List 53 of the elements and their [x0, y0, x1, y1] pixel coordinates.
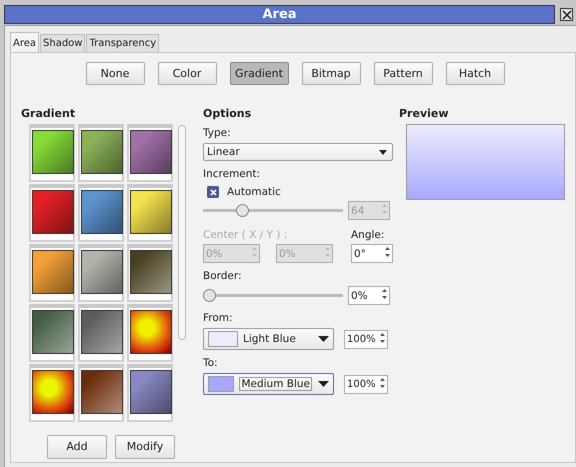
angle-field[interactable]: 0°: [351, 244, 393, 263]
section-heading: Preview: [399, 107, 450, 120]
automatic-checkbox[interactable]: [207, 186, 219, 198]
fill-type-button[interactable]: None: [86, 62, 144, 85]
field-label: Increment:: [203, 167, 262, 181]
field-label: Border:: [203, 269, 243, 283]
gradient-tile[interactable]: [78, 304, 124, 362]
field-label: Angle:: [351, 228, 386, 242]
cross-icon: [210, 188, 216, 196]
section-heading: Options: [203, 107, 252, 120]
field-label: To:: [203, 356, 219, 370]
fill-type-button[interactable]: Hatch: [446, 62, 504, 85]
gradient-tile[interactable]: [29, 364, 75, 422]
caret-icon: [379, 150, 387, 154]
type-dropdown[interactable]: Linear: [203, 143, 393, 161]
percent-field[interactable]: 100%: [344, 374, 388, 394]
gradient-tile[interactable]: [78, 244, 124, 302]
fill-type-button[interactable]: Color: [158, 62, 216, 85]
add-button[interactable]: Add: [47, 435, 107, 459]
field-label: Type:: [203, 126, 232, 140]
checkbox-label: Automatic: [227, 186, 281, 198]
scrollbar[interactable]: [178, 125, 186, 340]
gradient-tile[interactable]: [78, 184, 124, 242]
caret-icon: [318, 381, 329, 387]
caret-icon: [318, 336, 329, 342]
tab[interactable]: Shadow: [40, 34, 86, 52]
color-dropdown[interactable]: Medium Blue: [203, 373, 334, 395]
gradient-tile[interactable]: [29, 304, 75, 362]
tab[interactable]: Transparency: [86, 34, 160, 52]
gradient-tile[interactable]: [29, 184, 75, 242]
field-label: Center ( X / Y ) :: [203, 228, 288, 242]
modify-button[interactable]: Modify: [115, 435, 175, 459]
close-icon[interactable]: [560, 8, 573, 21]
border-field[interactable]: 0%: [348, 286, 390, 305]
tab[interactable]: Area: [10, 32, 40, 52]
percent-field[interactable]: 100%: [344, 330, 388, 348]
fill-type-button[interactable]: Bitmap: [302, 62, 360, 85]
gradient-tile[interactable]: [78, 124, 124, 182]
fill-type-button[interactable]: Pattern: [374, 62, 432, 85]
fill-type-button[interactable]: Gradient: [230, 62, 288, 85]
gradient-tile[interactable]: [127, 304, 173, 362]
window-title: Area: [4, 5, 555, 24]
gradient-tile[interactable]: [127, 184, 173, 242]
gradient-tile[interactable]: [78, 364, 124, 422]
field-label: From:: [203, 311, 234, 325]
gradient-tile[interactable]: [29, 124, 75, 182]
slider-thumb[interactable]: [203, 289, 216, 302]
gradient-tile[interactable]: [29, 244, 75, 302]
gradient-tile[interactable]: [127, 244, 173, 302]
gradient-tile[interactable]: [127, 364, 173, 422]
gradient-tile[interactable]: [127, 124, 173, 182]
color-dropdown[interactable]: Light Blue: [203, 328, 334, 350]
section-heading: Gradient: [21, 107, 76, 120]
